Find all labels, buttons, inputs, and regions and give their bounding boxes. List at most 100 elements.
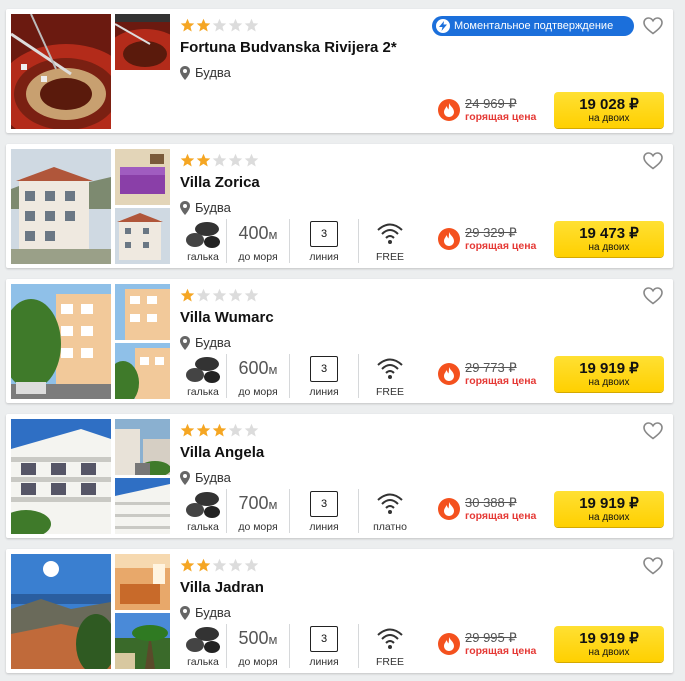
wifi-info: FREE: [359, 624, 421, 668]
hotel-card[interactable]: Villa Angela Будва галька 700м до моря 3…: [6, 414, 673, 538]
hotel-name[interactable]: Villa Angela: [180, 444, 264, 461]
beach-type: галька: [180, 354, 226, 398]
hot-price-label: горящая цена: [465, 240, 537, 252]
pebbles-icon: [186, 627, 220, 653]
price-section: 29 329 ₽ горящая цена 19 473 ₽ на двоих: [438, 221, 664, 257]
distance-value: 700: [238, 493, 269, 513]
distance-value: 400: [238, 223, 269, 243]
star-filled-icon: [180, 18, 195, 32]
star-filled-icon: [180, 558, 195, 572]
star-filled-icon: [196, 18, 211, 32]
star-empty-icon: [244, 423, 259, 437]
hotel-photo-thumb[interactable]: [115, 419, 170, 475]
hotel-photo-thumb[interactable]: [115, 343, 170, 399]
wifi-label: FREE: [375, 386, 404, 398]
star-rating: [180, 18, 259, 34]
amenities-row: галька 700м до моря 3 линия платно: [180, 489, 421, 533]
distance-label: до моря: [238, 386, 278, 398]
price-section: 30 388 ₽ горящая цена 19 919 ₽ на двоих: [438, 491, 664, 527]
hotel-photo-thumb[interactable]: [115, 554, 170, 610]
hotel-photo-thumb[interactable]: [115, 284, 170, 340]
hotel-photo-main[interactable]: [11, 149, 111, 264]
star-empty-icon: [228, 18, 243, 32]
hotel-name[interactable]: Villa Zorica: [180, 174, 260, 191]
instant-confirmation-badge: Моментальное подтверждение: [432, 16, 634, 36]
fire-icon: [438, 633, 460, 655]
hotel-name[interactable]: Fortuna Budvanska Rivijera 2*: [180, 39, 397, 56]
hotel-photo-thumb[interactable]: [115, 208, 170, 264]
price-button[interactable]: 19 919 ₽ на двоих: [554, 356, 664, 392]
price-button[interactable]: 19 919 ₽ на двоих: [554, 626, 664, 662]
line-label: линия: [309, 251, 339, 263]
hotel-photo-thumb[interactable]: [115, 149, 170, 205]
price-per-label: на двоих: [588, 242, 630, 253]
price-button[interactable]: 19 919 ₽ на двоих: [554, 491, 664, 527]
price-button[interactable]: 19 473 ₽ на двоих: [554, 221, 664, 257]
hotel-photo-thumb[interactable]: [115, 613, 170, 669]
distance-to-sea: 500м до моря: [227, 624, 289, 668]
line-number: 3: [310, 356, 338, 382]
star-filled-icon: [180, 288, 195, 302]
distance-to-sea: 700м до моря: [227, 489, 289, 533]
price-value: 19 919 ₽: [579, 495, 639, 512]
hotel-card[interactable]: Fortuna Budvanska Rivijera 2* Будва Моме…: [6, 9, 673, 133]
location-label: Будва: [195, 470, 231, 485]
hotel-photo-main[interactable]: [11, 554, 111, 669]
hotel-list: Fortuna Budvanska Rivijera 2* Будва Моме…: [0, 0, 685, 681]
beach-line: 3 линия: [290, 354, 358, 398]
line-label: линия: [309, 521, 339, 533]
amenities-row: галька 500м до моря 3 линия FREE: [180, 624, 421, 668]
map-pin-icon: [180, 605, 190, 620]
hotel-location: Будва: [180, 335, 231, 350]
favorite-heart-icon[interactable]: [643, 287, 663, 305]
price-per-label: на двоих: [588, 377, 630, 388]
fire-icon: [438, 228, 460, 250]
hotel-photo-thumb[interactable]: [115, 478, 170, 534]
wifi-label: FREE: [375, 656, 404, 668]
price-button[interactable]: 19 028 ₽ на двоих: [554, 92, 664, 128]
star-empty-icon: [196, 288, 211, 302]
lightning-icon: [436, 19, 450, 33]
price-value: 19 919 ₽: [579, 360, 639, 377]
star-filled-icon: [196, 153, 211, 167]
old-price: 24 969 ₽: [465, 96, 517, 111]
favorite-heart-icon[interactable]: [643, 152, 663, 170]
hotel-card[interactable]: Villa Zorica Будва галька 400м до моря 3…: [6, 144, 673, 268]
hotel-name[interactable]: Villa Wumarc: [180, 309, 274, 326]
star-empty-icon: [228, 423, 243, 437]
price-section: 24 969 ₽ горящая цена 19 028 ₽ на двоих: [438, 92, 664, 128]
price-value: 19 473 ₽: [579, 225, 639, 242]
star-filled-icon: [196, 423, 211, 437]
favorite-heart-icon[interactable]: [643, 17, 663, 35]
favorite-heart-icon[interactable]: [643, 557, 663, 575]
hotel-photo-main[interactable]: [11, 284, 111, 399]
star-empty-icon: [212, 18, 227, 32]
distance-unit: м: [268, 497, 278, 512]
hotel-photo-main[interactable]: [11, 14, 111, 129]
hotel-location: Будва: [180, 65, 231, 80]
star-rating: [180, 558, 259, 574]
beach-line: 3 линия: [290, 624, 358, 668]
price-per-label: на двоих: [588, 647, 630, 658]
line-number: 3: [310, 221, 338, 247]
location-label: Будва: [195, 335, 231, 350]
beach-type: галька: [180, 219, 226, 263]
map-pin-icon: [180, 335, 190, 350]
old-price: 29 329 ₽: [465, 225, 517, 240]
hot-price-label: горящая цена: [465, 645, 537, 657]
location-label: Будва: [195, 65, 231, 80]
beach-label: галька: [187, 656, 219, 668]
hotel-photo-thumb[interactable]: [115, 14, 170, 70]
wifi-info: FREE: [359, 354, 421, 398]
distance-label: до моря: [238, 251, 278, 263]
distance-to-sea: 600м до моря: [227, 354, 289, 398]
map-pin-icon: [180, 470, 190, 485]
beach-line: 3 линия: [290, 219, 358, 263]
hotel-photo-main[interactable]: [11, 419, 111, 534]
hotel-card[interactable]: Villa Jadran Будва галька 500м до моря 3…: [6, 549, 673, 673]
fire-icon: [438, 498, 460, 520]
distance-value: 600: [238, 358, 269, 378]
favorite-heart-icon[interactable]: [643, 422, 663, 440]
hotel-name[interactable]: Villa Jadran: [180, 579, 264, 596]
hotel-card[interactable]: Villa Wumarc Будва галька 600м до моря 3…: [6, 279, 673, 403]
